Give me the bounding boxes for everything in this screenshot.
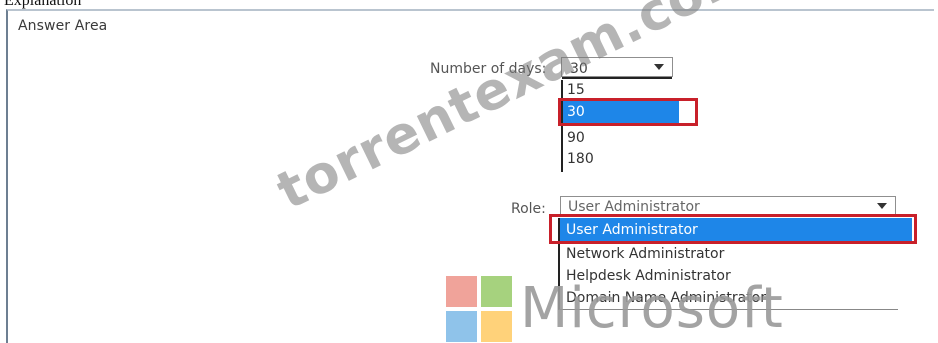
role-selected-value: User Administrator bbox=[568, 199, 700, 215]
days-option-90[interactable]: 90 bbox=[567, 129, 585, 147]
chevron-down-icon[interactable] bbox=[877, 203, 887, 209]
logo-square-blue bbox=[446, 311, 477, 342]
role-option-network-administrator[interactable]: Network Administrator bbox=[566, 244, 724, 264]
answer-highlight-box-days bbox=[558, 98, 698, 126]
microsoft-logo-icon bbox=[446, 276, 512, 343]
answer-highlight-box-role bbox=[549, 214, 917, 244]
number-of-days-options-list: 15 30 90 180 bbox=[561, 80, 701, 172]
role-label: Role: bbox=[511, 201, 546, 217]
microsoft-logo-text: Microsoft bbox=[520, 276, 784, 341]
answer-area-title: Answer Area bbox=[18, 18, 108, 34]
logo-square-red bbox=[446, 276, 477, 307]
chevron-down-icon[interactable] bbox=[654, 64, 664, 70]
logo-square-yellow bbox=[481, 311, 512, 342]
logo-square-green bbox=[481, 276, 512, 307]
days-option-180[interactable]: 180 bbox=[567, 150, 594, 168]
